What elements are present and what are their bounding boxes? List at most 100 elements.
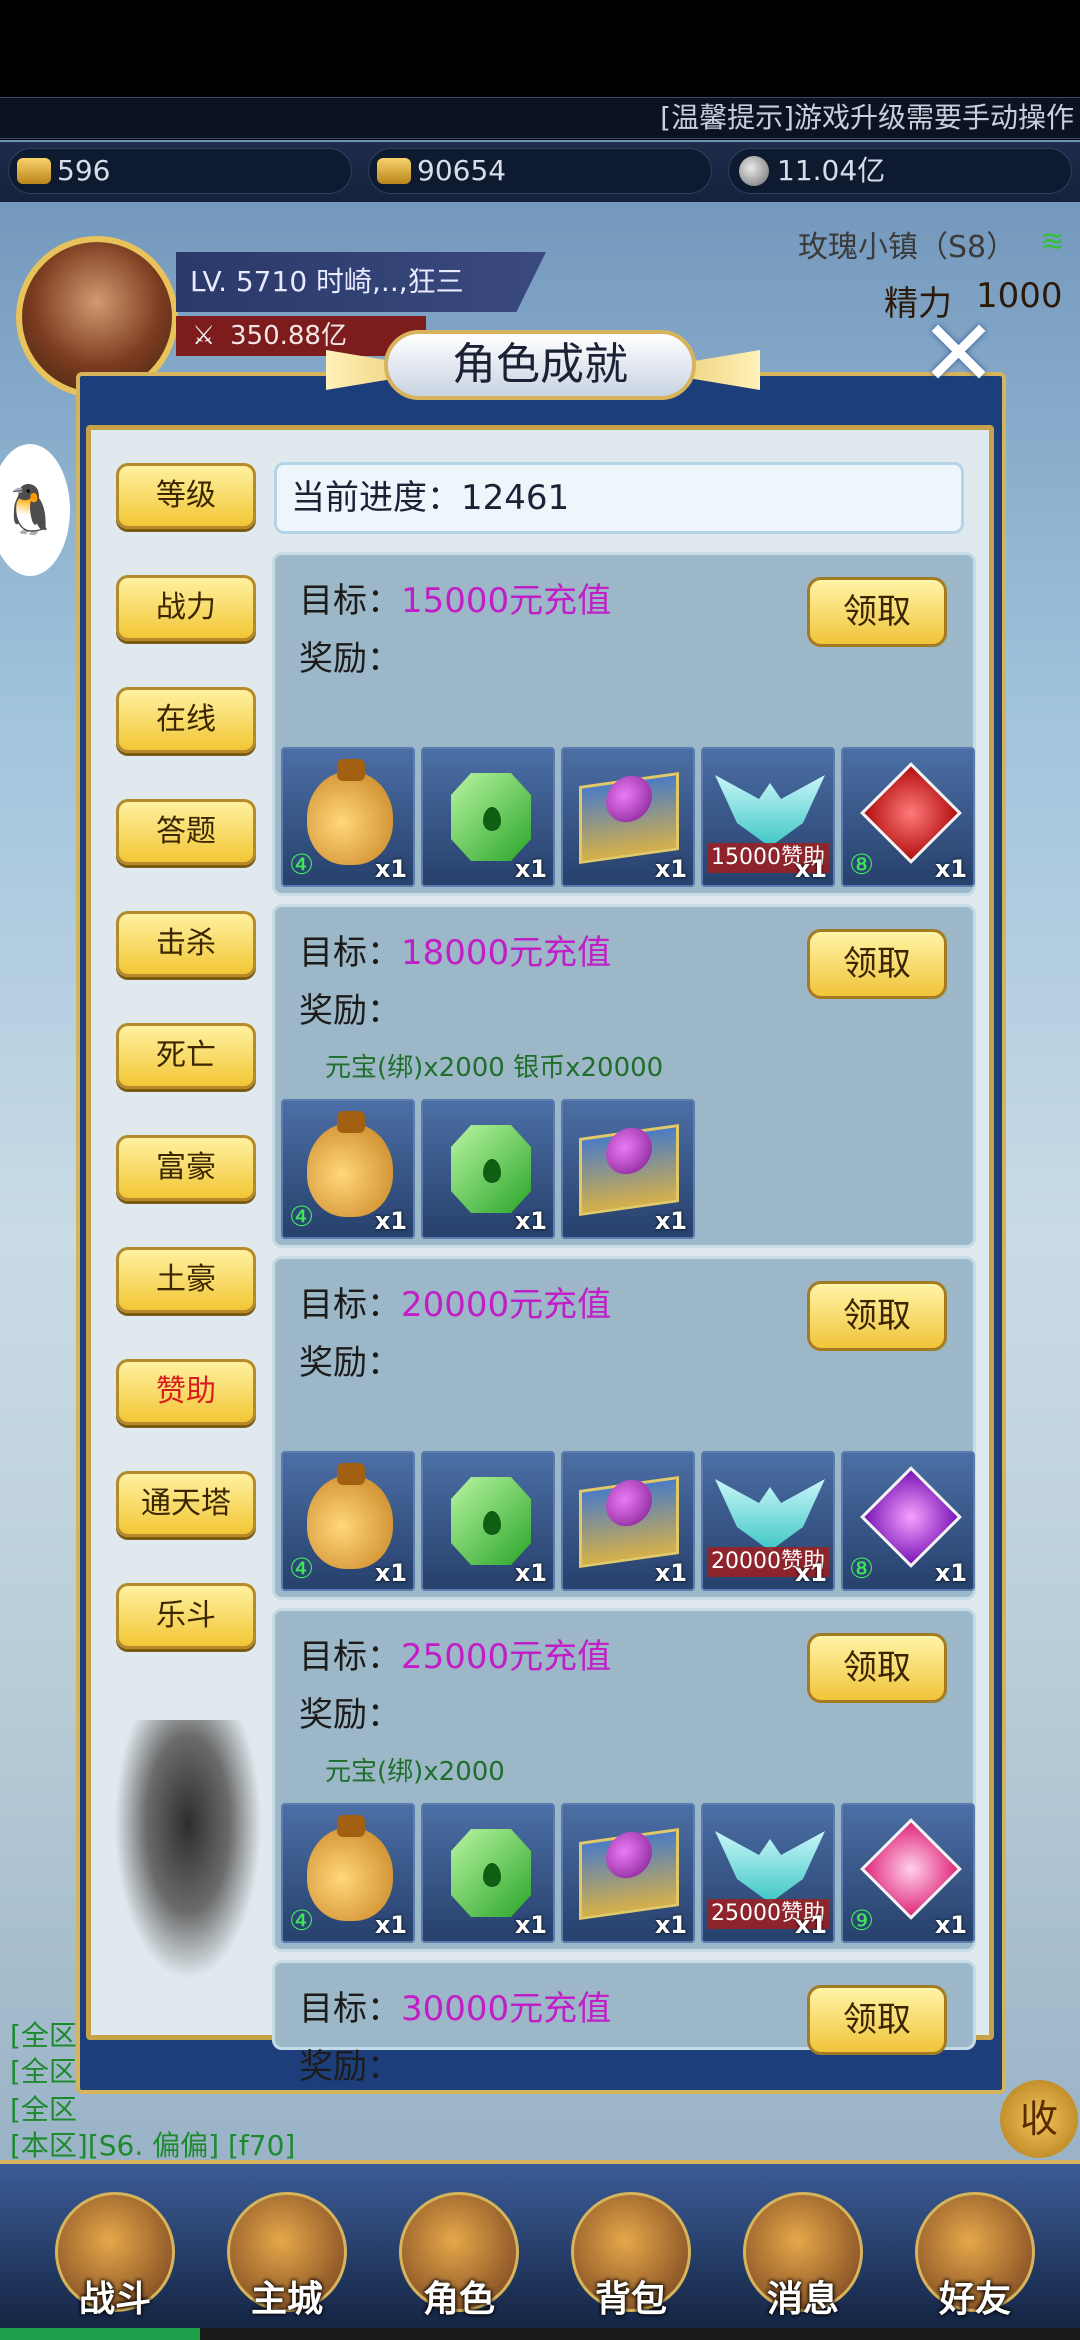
silver-counter: 11.04亿 (728, 148, 1072, 194)
bound-ingot-icon (377, 158, 411, 184)
reward-item-slot[interactable]: ⑨ x1 (841, 1803, 975, 1943)
green-gem-icon (451, 1829, 531, 1917)
item-quantity: x1 (794, 1911, 827, 1939)
item-quantity: x1 (374, 1911, 407, 1939)
tab-online[interactable]: 在线 (116, 687, 256, 753)
reward-item-slot[interactable]: x1 (421, 747, 555, 887)
item-level: ④ (289, 1904, 315, 1937)
reward-item-slot[interactable]: ⑧ x1 (841, 1451, 975, 1591)
item-quantity: x1 (514, 1207, 547, 1235)
reward-card: 目标：30000元充值 奖励： 领取 (272, 1960, 976, 2087)
purple-gem-icon (860, 1466, 962, 1568)
tab-tycoon[interactable]: 土豪 (116, 1247, 256, 1313)
reward-item-slot[interactable]: x1 (561, 747, 695, 887)
treasure-bag-icon (307, 759, 393, 865)
resource-bar: 596 90654 11.04亿 (0, 142, 1080, 202)
wifi-icon: ≋ (1040, 224, 1066, 259)
reward-item-slot[interactable]: 15000赞助 x1 (701, 747, 835, 887)
nav-friends[interactable]: 好友 (910, 2192, 1040, 2332)
reward-label: 奖励： (299, 991, 401, 1031)
reward-item-slot[interactable]: ④ x1 (281, 1099, 415, 1239)
reward-item-slot[interactable]: x1 (561, 1099, 695, 1239)
treasure-bag-icon (307, 1111, 393, 1217)
tab-death[interactable]: 死亡 (116, 1023, 256, 1089)
goal-amount: 30000元充值 (401, 1989, 612, 2029)
item-level: ⑨ (849, 1904, 875, 1937)
item-quantity: x1 (654, 1559, 687, 1587)
item-quantity: x1 (374, 1559, 407, 1587)
server-name: 玫瑰小镇（S8） (798, 230, 1017, 265)
tab-power[interactable]: 战力 (116, 575, 256, 641)
reward-item-slot[interactable]: x1 (421, 1099, 555, 1239)
chat-line: [本区][S6. 偏偏] [f70] (10, 2129, 296, 2162)
collapse-button[interactable]: 收 (1000, 2080, 1078, 2158)
goal-amount: 15000元充值 (401, 581, 612, 621)
reward-item-slot[interactable]: ⑧ x1 (841, 747, 975, 887)
sword-icon: ⚔ (192, 321, 216, 351)
treasure-bag-icon (307, 1815, 393, 1921)
reward-item-slot[interactable]: ④ x1 (281, 1451, 415, 1591)
nav-battle[interactable]: 战斗 (50, 2192, 180, 2332)
item-quantity: x1 (374, 855, 407, 883)
reward-item-slot[interactable]: ④ x1 (281, 747, 415, 887)
red-gem-icon (860, 762, 962, 864)
reward-item-slot[interactable]: x1 (421, 1803, 555, 1943)
reward-item-slot[interactable]: 20000赞助 x1 (701, 1451, 835, 1591)
goal-text: 目标：25000元充值 (299, 1637, 612, 1677)
bound-ingot-value: 90654 (417, 154, 507, 187)
tab-sponsor[interactable]: 赞助 (116, 1359, 256, 1425)
green-gem-icon (451, 1477, 531, 1565)
character-silhouette (114, 1720, 262, 1980)
goal-text: 目标：30000元充值 (299, 1989, 612, 2029)
item-quantity: x1 (654, 1911, 687, 1939)
claim-button[interactable]: 领取 (807, 1985, 947, 2055)
item-level: ④ (289, 848, 315, 881)
ingot-value: 596 (57, 154, 111, 187)
goal-amount: 20000元充值 (401, 1285, 612, 1325)
item-quantity: x1 (794, 1559, 827, 1587)
wings-icon (715, 1479, 825, 1551)
item-level: ④ (289, 1552, 315, 1585)
reward-currency: 元宝(绑)x2000 银币x20000 (325, 1053, 664, 1083)
reward-item-slot[interactable]: x1 (561, 1803, 695, 1943)
reward-item-slot[interactable]: ④ x1 (281, 1803, 415, 1943)
reward-card: 目标：20000元充值 奖励： 领取 ④ x1 x1 x1 20000赞助 x1 ⑧ x1 (272, 1256, 976, 1600)
tab-kill[interactable]: 击杀 (116, 911, 256, 977)
item-quantity: x1 (934, 1911, 967, 1939)
reward-card: 目标：18000元充值 奖励： 领取 元宝(绑)x2000 银币x20000 ④ x1 x1… (272, 904, 976, 1248)
bottom-nav: 战斗 主城 角色 背包 消息 好友 (0, 2160, 1080, 2340)
nav-messages[interactable]: 消息 (738, 2192, 868, 2332)
nav-main-city[interactable]: 主城 (222, 2192, 352, 2332)
goal-amount: 18000元充值 (401, 933, 612, 973)
claim-button[interactable]: 领取 (807, 1281, 947, 1351)
nav-backpack[interactable]: 背包 (566, 2192, 696, 2332)
reward-item-slot[interactable]: x1 (421, 1451, 555, 1591)
reward-items: ④ x1 x1 x1 (281, 1099, 695, 1239)
reward-currency: 元宝(绑)x2000 (325, 1757, 505, 1787)
treasure-box-icon (579, 1475, 679, 1569)
panel-title: 角色成就 (384, 330, 696, 400)
tab-ledou[interactable]: 乐斗 (116, 1583, 256, 1649)
claim-button[interactable]: 领取 (807, 577, 947, 647)
tab-quiz[interactable]: 答题 (116, 799, 256, 865)
player-level-name: LV. 5710 时崎,..,狂三 (176, 252, 546, 312)
goal-text: 目标：18000元充值 (299, 933, 612, 973)
reward-items: ④ x1 x1 x1 25000赞助 x1 ⑨ x1 (281, 1803, 975, 1943)
claim-button[interactable]: 领取 (807, 929, 947, 999)
item-quantity: x1 (934, 1559, 967, 1587)
tab-rich[interactable]: 富豪 (116, 1135, 256, 1201)
goal-amount: 25000元充值 (401, 1637, 612, 1677)
nav-character[interactable]: 角色 (394, 2192, 524, 2332)
tab-tower[interactable]: 通天塔 (116, 1471, 256, 1537)
close-icon[interactable]: ✕ (920, 308, 997, 400)
item-level: ④ (289, 1200, 315, 1233)
wings-icon (715, 1831, 825, 1903)
reward-item-slot[interactable]: x1 (561, 1451, 695, 1591)
silver-coin-icon (739, 156, 769, 186)
reward-item-slot[interactable]: 25000赞助 x1 (701, 1803, 835, 1943)
claim-button[interactable]: 领取 (807, 1633, 947, 1703)
treasure-bag-icon (307, 1463, 393, 1569)
tab-level[interactable]: 等级 (116, 463, 256, 529)
ingot-icon (17, 158, 51, 184)
treasure-box-icon (579, 771, 679, 865)
